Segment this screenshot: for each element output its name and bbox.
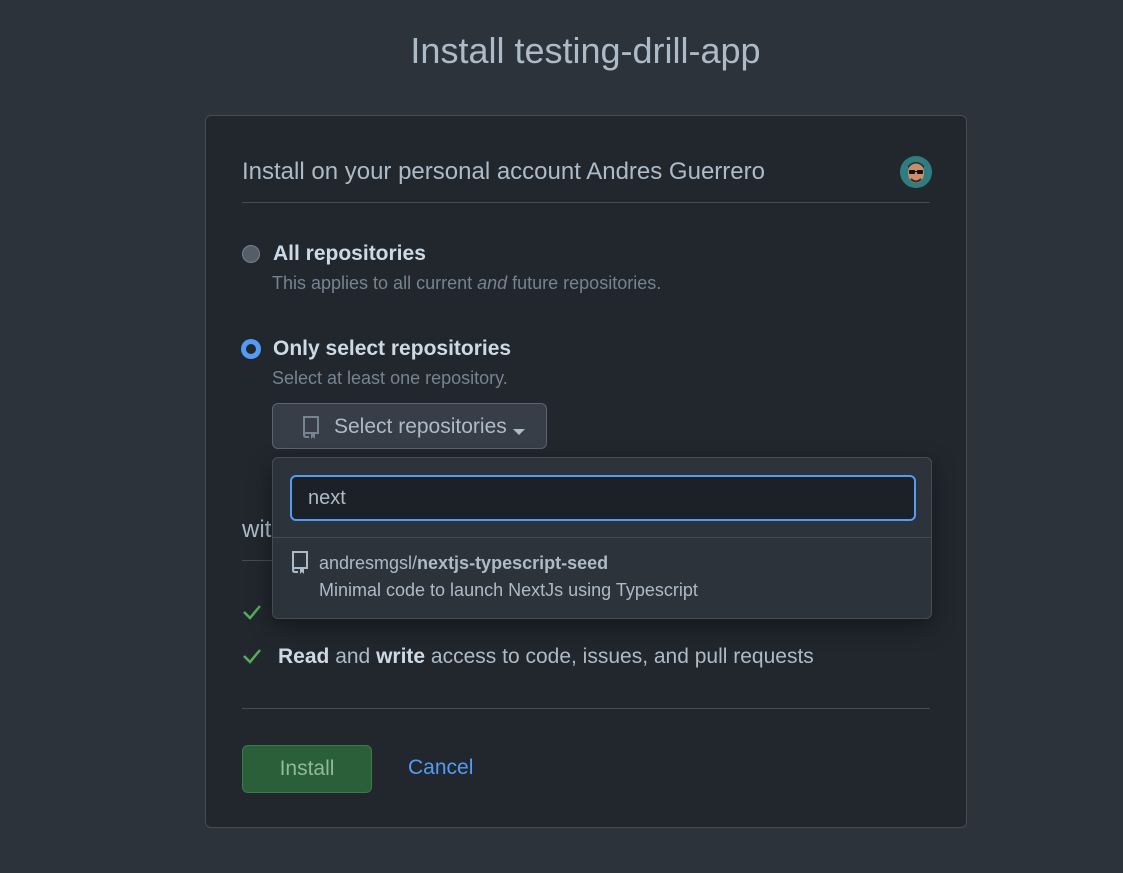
- select-repositories-label: Select repositories: [334, 415, 507, 438]
- radio-all-repositories[interactable]: [242, 245, 260, 263]
- check-icon: [242, 647, 262, 671]
- permission-text: Read and write access to code, issues, a…: [278, 645, 814, 668]
- page-title: Install testing-drill-app: [410, 30, 761, 71]
- caret-down-icon: [513, 424, 525, 442]
- all-repositories-desc: This applies to all current and future r…: [272, 273, 662, 293]
- install-button[interactable]: Install: [242, 745, 372, 793]
- select-repositories-button[interactable]: Select repositories: [272, 403, 547, 449]
- check-icon: [242, 603, 262, 627]
- permissions-title: wit: [242, 516, 272, 543]
- radio-only-select-repositories[interactable]: [242, 340, 260, 358]
- only-select-repositories-label: Only select repositories: [273, 337, 512, 360]
- repository-filter-input[interactable]: [290, 475, 916, 521]
- permission-item-code: Read and write access to code, issues, a…: [242, 645, 842, 671]
- repo-icon: [301, 415, 321, 444]
- only-select-repositories-desc: Select at least one repository.: [272, 368, 508, 388]
- card-header: Install on your personal account Andres …: [242, 153, 932, 203]
- card-header-text: Install on your personal account Andres …: [242, 158, 765, 185]
- repo-icon: [290, 550, 310, 579]
- repository-description: Minimal code to launch NextJs using Type…: [319, 580, 698, 600]
- repository-result-item[interactable]: andresmgsl/nextjs-typescript-seed Minima…: [273, 538, 931, 617]
- avatar: [900, 156, 932, 188]
- cancel-link[interactable]: Cancel: [408, 756, 473, 780]
- all-repositories-label: All repositories: [273, 242, 426, 265]
- footer-divider: [242, 708, 930, 709]
- repository-full-name: andresmgsl/nextjs-typescript-seed: [319, 553, 609, 573]
- repository-dropdown: andresmgsl/nextjs-typescript-seed Minima…: [272, 457, 932, 619]
